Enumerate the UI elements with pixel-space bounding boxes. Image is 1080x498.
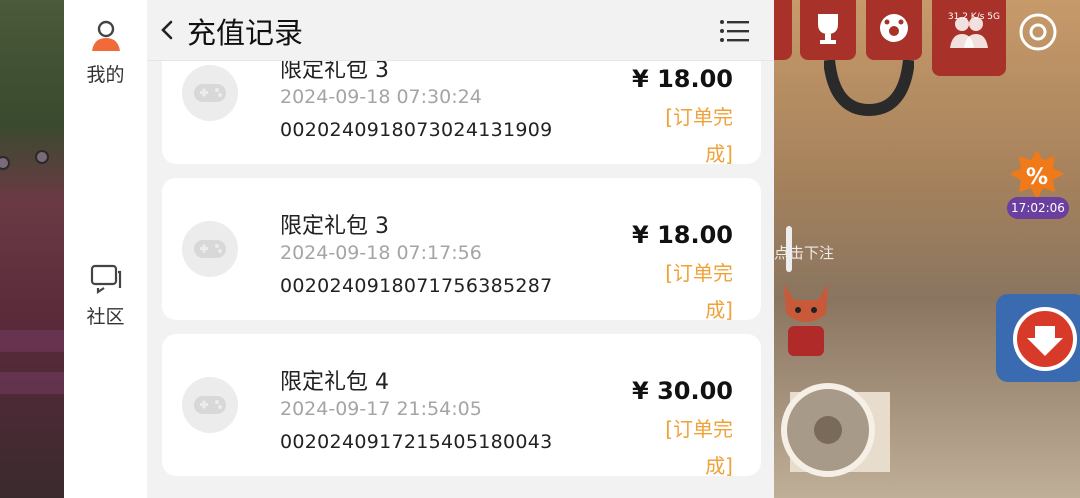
record-status: [订单完成]	[665, 417, 733, 478]
game-banner	[774, 0, 792, 60]
download-arrow-icon	[1013, 307, 1077, 371]
background-rivet	[35, 150, 49, 164]
gamepad-icon	[182, 221, 238, 277]
svg-text:%: %	[1026, 165, 1048, 190]
chat-icon	[90, 264, 121, 295]
nav-item-mine-label: 我的	[86, 64, 125, 86]
paw-banner[interactable]	[866, 0, 922, 60]
game-slider-handle[interactable]	[786, 226, 792, 272]
record-date: 2024-09-18 07:30:24	[280, 86, 482, 108]
trophy-icon	[818, 14, 838, 44]
record-status: [订单完成]	[665, 105, 733, 166]
record-card[interactable]: 限定礼包 4 2024-09-17 21:54:05 0020240917215…	[162, 334, 761, 478]
recharge-records-panel: 充值记录 限定礼包 3 2024-09-18 07:30:24 00202409…	[147, 0, 774, 498]
nav-item-mine[interactable]: 我的	[64, 18, 147, 87]
page-title: 充值记录	[187, 16, 304, 50]
gamepad-icon	[182, 377, 238, 433]
list-menu-icon[interactable]	[719, 18, 749, 44]
countdown-timer: 17:02:06	[1007, 197, 1069, 219]
record-order-number: 0020240918073024131909	[280, 119, 553, 141]
record-amount: ¥ 18.00	[632, 65, 733, 93]
background-stripe	[0, 372, 64, 394]
record-amount: ¥ 30.00	[632, 377, 733, 405]
user-icon	[91, 20, 120, 51]
background-rivet	[0, 156, 10, 170]
system-status-text: 31.2 K/s 5G	[947, 12, 1000, 22]
paw-icon	[880, 14, 908, 42]
header-bar: 充值记录	[147, 0, 774, 61]
record-name: 限定礼包 3	[280, 214, 389, 239]
players-icon	[950, 17, 988, 48]
background-stripe	[0, 330, 64, 352]
settings-gear-icon[interactable]	[1018, 12, 1058, 52]
game-background-left	[0, 0, 64, 498]
gamepad-icon	[182, 65, 238, 121]
game-overlay-text: 点击下注	[774, 244, 835, 262]
nav-item-community[interactable]: 社区	[64, 262, 147, 329]
discount-badge-icon[interactable]: %	[1008, 148, 1066, 204]
cat-character	[784, 284, 828, 356]
record-name: 限定礼包 4	[280, 370, 389, 395]
record-status: [订单完成]	[665, 261, 733, 322]
record-order-number: 0020240917215405180043	[280, 431, 553, 453]
record-order-number: 0020240918071756385287	[280, 275, 553, 297]
trophy-banner[interactable]	[800, 0, 856, 60]
side-navigation: 我的 社区	[64, 0, 147, 498]
spin-wheel-button[interactable]	[780, 382, 890, 482]
record-amount: ¥ 18.00	[632, 221, 733, 249]
record-card[interactable]: 限定礼包 3 2024-09-18 07:17:56 0020240918071…	[162, 178, 761, 322]
download-button[interactable]	[996, 294, 1080, 382]
chevron-left-icon[interactable]	[155, 16, 179, 44]
game-number-graphic	[824, 60, 914, 116]
record-date: 2024-09-18 07:17:56	[280, 242, 482, 264]
game-background-right: 31.2 K/s 5G % 17:02:06 点击下注	[774, 0, 1080, 498]
record-date: 2024-09-17 21:54:05	[280, 398, 482, 420]
nav-item-community-label: 社区	[86, 306, 125, 328]
